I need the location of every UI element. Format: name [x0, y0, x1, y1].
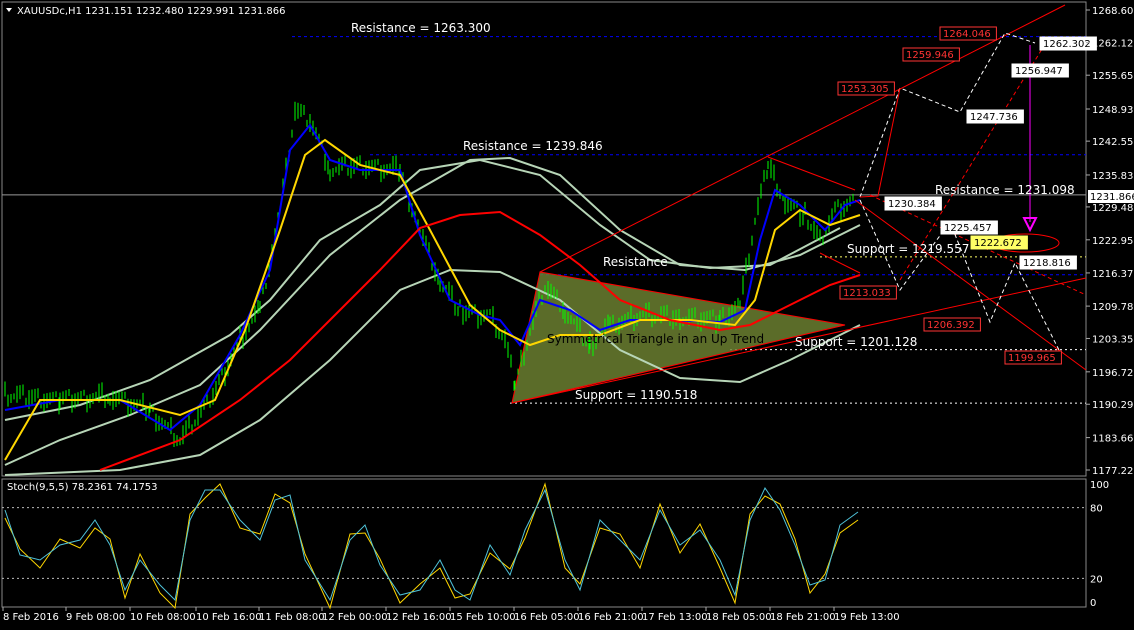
stoch-level-label: 0: [1090, 598, 1096, 609]
support-1201-label: Support = 1201.128: [795, 335, 917, 349]
price-tick-label: 1183.660: [1092, 434, 1134, 445]
symbol-header: XAUUSDc,H1 1231.151 1232.480 1229.991 12…: [17, 6, 286, 17]
resistance-1263-label: Resistance = 1263.300: [351, 21, 491, 35]
projection-label-red: 1199.965: [1008, 353, 1056, 364]
time-tick-label: 18 Feb 05:00: [706, 612, 772, 623]
time-tick-label: 15 Feb 10:00: [450, 612, 516, 623]
projection-label-yellow: 1222.672: [974, 238, 1022, 249]
time-tick-label: 11 Feb 08:00: [259, 612, 325, 623]
price-axis: 1268.600 1262.125 1255.650 1248.935 1242.550…: [1086, 6, 1134, 477]
projection-label-white: 1256.947: [1015, 66, 1063, 77]
projection-label-white: 1218.816: [1023, 258, 1071, 269]
time-tick-label: 16 Feb 05:00: [514, 612, 580, 623]
price-tick-label: 1190.290: [1092, 400, 1134, 411]
price-tick-label: 1209.780: [1092, 302, 1134, 313]
time-tick-label: 18 Feb 21:00: [770, 612, 836, 623]
price-tick-label: 1177.225: [1092, 466, 1134, 477]
projection-label-red: 1264.046: [943, 29, 991, 40]
time-tick-label: 17 Feb 13:00: [642, 612, 708, 623]
time-tick-label: 16 Feb 21:00: [578, 612, 644, 623]
price-tick-label: 1229.485: [1092, 203, 1134, 214]
projection-label-red: 1259.946: [906, 50, 954, 61]
support-1219-label: Support = 1219.557: [847, 242, 969, 256]
price-tick-label: 1268.600: [1092, 6, 1134, 17]
stoch-level-label: 100: [1090, 480, 1109, 491]
time-tick-label: 12 Feb 16:00: [386, 612, 452, 623]
time-tick-label: 10 Feb 16:00: [196, 612, 262, 623]
time-tick-label: 9 Feb 08:00: [66, 612, 125, 623]
stochastic-frame: [1, 478, 1087, 608]
projection-label-white: 1262.302: [1043, 39, 1091, 50]
time-tick-label: 19 Feb 13:00: [834, 612, 900, 623]
stoch-level-label: 80: [1090, 504, 1103, 515]
resistance-1231-label: Resistance = 1231.098: [935, 183, 1075, 197]
current-price-value: 1231.866: [1090, 192, 1134, 203]
projection-label-red: 1213.033: [843, 288, 891, 299]
resistance-triangle-label: Resistance: [603, 255, 668, 269]
time-tick-label: 8 Feb 2016: [3, 612, 59, 623]
projection-label-red: 1253.305: [841, 84, 889, 95]
stoch-level-label: 20: [1090, 574, 1103, 585]
price-tick-label: 1222.950: [1092, 236, 1134, 247]
time-tick-label: 10 Feb 08:00: [130, 612, 196, 623]
price-tick-label: 1216.370: [1092, 269, 1134, 280]
price-tick-label: 1196.725: [1092, 368, 1134, 379]
trading-chart[interactable]: 1264.046 1259.946 1253.305 1213.033 1206.392…: [0, 0, 1134, 630]
stochastic-label: Stoch(9,5,5) 78.2361 74.1753: [7, 482, 158, 493]
time-tick-label: 12 Feb 00:00: [322, 612, 388, 623]
price-tick-label: 1255.650: [1092, 71, 1134, 82]
time-axis: 8 Feb 2016 9 Feb 08:00 10 Feb 08:00 10 Feb …: [2, 607, 900, 623]
projection-label-white: 1247.736: [970, 112, 1018, 123]
price-tick-label: 1262.125: [1092, 39, 1134, 50]
projection-label-white: 1230.384: [888, 199, 936, 210]
resistance-1239-label: Resistance = 1239.846: [463, 139, 603, 153]
price-tick-label: 1248.935: [1092, 105, 1134, 116]
support-1190-label: Support = 1190.518: [575, 388, 697, 402]
projection-label-white: 1225.457: [944, 223, 992, 234]
price-tick-label: 1242.550: [1092, 137, 1134, 148]
price-tick-label: 1203.355: [1092, 334, 1134, 345]
pattern-label: Symmetrical Triangle in an Up Trend: [547, 332, 764, 346]
projection-label-red: 1206.392: [927, 320, 975, 331]
price-tick-label: 1235.830: [1092, 171, 1134, 182]
